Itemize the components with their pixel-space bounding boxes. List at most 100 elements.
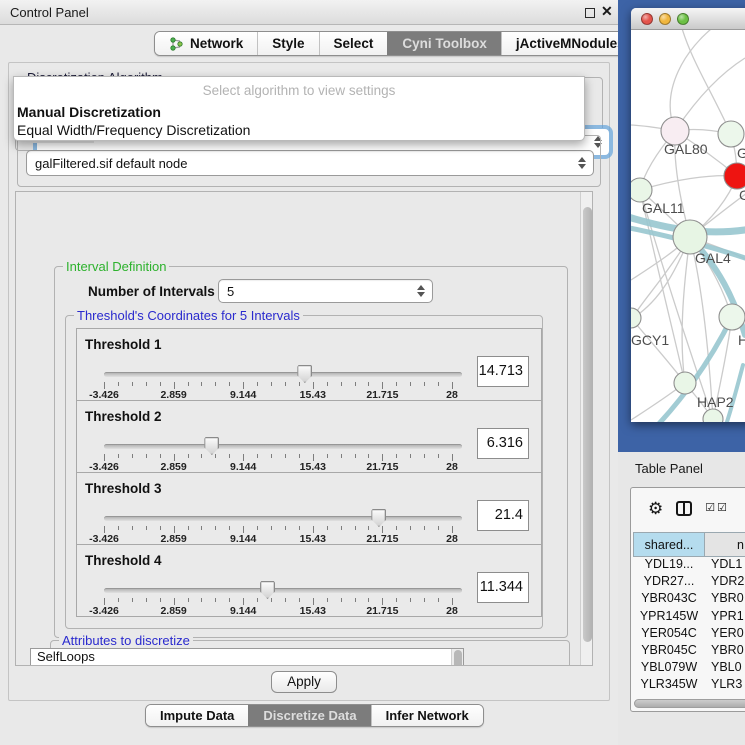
slider-tick [424, 382, 425, 386]
slider-tick [410, 526, 411, 530]
threshold-label: Threshold 1 [85, 337, 162, 352]
algorithm-option[interactable]: Equal Width/Frequency Discretization [17, 122, 250, 138]
table-row[interactable]: YBR045CYBR0 [633, 643, 745, 660]
network-edge[interactable] [640, 176, 737, 190]
screenshot-root: Control Panel ✕ NetworkStyleSelectCyni T… [0, 0, 745, 745]
threshold-row: Threshold 4-3.4262.8599.14415.4321.71528… [76, 544, 542, 617]
numerical-attributes-list[interactable]: SelfLoopsTopologicalCoefficientBetweenne… [30, 648, 464, 666]
slider-thumb[interactable] [371, 509, 386, 527]
slider-tick [285, 526, 286, 530]
zoom-traffic-light[interactable] [677, 13, 689, 25]
network-node[interactable] [674, 372, 696, 394]
network-window-titlebar [631, 8, 745, 30]
interval-definition-group: Interval Definition Number of Intervals … [54, 266, 568, 638]
checkbox-icon[interactable]: ☑ [705, 503, 715, 514]
slider-thumb[interactable] [204, 437, 219, 455]
slider-track[interactable] [104, 444, 462, 449]
slider-tick [132, 598, 133, 602]
slider-tick [452, 526, 453, 533]
slider-tick [452, 382, 453, 389]
horizontal-scrollbar[interactable] [634, 699, 745, 708]
network-node[interactable] [703, 409, 723, 422]
slider-tick [410, 454, 411, 458]
tab-network[interactable]: Network [155, 32, 257, 55]
threshold-value-field[interactable]: 14.713 [477, 356, 529, 387]
table-row[interactable]: YBR043CYBR0 [633, 591, 745, 608]
network-edge[interactable] [682, 237, 690, 383]
slider-tick [118, 382, 119, 386]
table-row[interactable]: YDL19...YDL1 [633, 557, 745, 574]
slider-thumb[interactable] [297, 365, 312, 383]
bottom-tab-infer-network[interactable]: Infer Network [371, 705, 483, 726]
bottom-tab-label: Impute Data [160, 708, 234, 723]
minimize-traffic-light[interactable] [659, 13, 671, 25]
network-edge[interactable] [675, 58, 745, 131]
threshold-value-field[interactable]: 11.344 [477, 572, 529, 603]
bottom-tab-impute-data[interactable]: Impute Data [146, 705, 248, 726]
table-row[interactable]: YIL053CYIL0 [633, 695, 745, 698]
attribute-item[interactable]: TopologicalCoefficient [31, 666, 463, 667]
network-edge[interactable] [681, 30, 731, 134]
slider-tick [327, 526, 328, 530]
column-header[interactable]: shared... [633, 532, 705, 557]
threshold-value-field[interactable]: 21.4 [477, 500, 529, 531]
network-node[interactable] [631, 308, 641, 328]
slider-tick [188, 526, 189, 530]
slider-tick [396, 454, 397, 458]
column-header[interactable]: n [705, 532, 745, 557]
table-toolbar: ⚙ ☑ ☑ [631, 488, 745, 528]
slider-tick [452, 454, 453, 461]
table-row[interactable]: YLR345WYLR3 [633, 677, 745, 694]
threshold-value-field[interactable]: 6.316 [477, 428, 529, 459]
tab-cyni-toolbox[interactable]: Cyni Toolbox [387, 32, 501, 55]
slider-tick [452, 598, 453, 605]
network-node[interactable] [724, 163, 745, 189]
slider-tick [341, 598, 342, 602]
network-node[interactable] [631, 178, 652, 202]
table-row[interactable]: YBL079WYBL0 [633, 660, 745, 677]
algorithm-option[interactable]: Manual Discretization [17, 104, 161, 120]
slider-tick [299, 382, 300, 386]
tab-style[interactable]: Style [257, 32, 318, 55]
slider-track[interactable] [104, 516, 462, 521]
network-node-label: GA [737, 145, 745, 161]
columns-icon[interactable] [676, 501, 692, 516]
right-column: GAL80GACGAL11GAL4GCY1HHAP2 Table Panel ⚙… [618, 0, 745, 745]
close-traffic-light[interactable] [641, 13, 653, 25]
bottom-tab-discretize-data[interactable]: Discretize Data [248, 705, 370, 726]
slider-track[interactable] [104, 372, 462, 377]
cell-name: YBR0 [705, 591, 744, 608]
network-edge[interactable] [670, 30, 716, 131]
table-row[interactable]: YER054CYER0 [633, 626, 745, 643]
table-row[interactable]: YPR145WYPR1 [633, 609, 745, 626]
settings-scrollpane: Interval Definition Number of Intervals … [15, 191, 593, 666]
slider-tick [327, 382, 328, 386]
network-node[interactable] [718, 121, 744, 147]
vertical-scrollbar[interactable] [580, 192, 593, 665]
num-intervals-combobox[interactable]: 5 [218, 279, 433, 303]
cell-name: YBL0 [705, 660, 742, 677]
table-row[interactable]: YDR27...YDR2 [633, 574, 745, 591]
slider-tick [410, 598, 411, 602]
network-canvas[interactable]: GAL80GACGAL11GAL4GCY1HHAP2 [631, 30, 745, 422]
slider-tick [368, 526, 369, 530]
attributes-scrollbar[interactable] [451, 649, 463, 666]
tab-select[interactable]: Select [319, 32, 388, 55]
bottom-tab-label: Discretize Data [263, 708, 356, 723]
network-node[interactable] [719, 304, 745, 330]
float-window-icon[interactable] [585, 8, 595, 18]
attribute-item[interactable]: SelfLoops [31, 649, 463, 666]
slider-tick [271, 526, 272, 530]
slider-thumb[interactable] [260, 581, 275, 599]
slider-tick-label: 9.144 [218, 605, 268, 617]
table-data-combobox[interactable]: galFiltered.sif default node [26, 150, 594, 176]
close-icon[interactable]: ✕ [601, 3, 613, 20]
gear-icon[interactable]: ⚙ [648, 500, 663, 517]
slider-tick [229, 526, 230, 530]
apply-button[interactable]: Apply [271, 671, 337, 693]
control-panel-titlebar: Control Panel ✕ [0, 0, 618, 25]
network-node[interactable] [673, 220, 707, 254]
slider-track[interactable] [104, 588, 462, 593]
checkbox-icon[interactable]: ☑ [717, 503, 727, 514]
slider-tick [355, 598, 356, 602]
